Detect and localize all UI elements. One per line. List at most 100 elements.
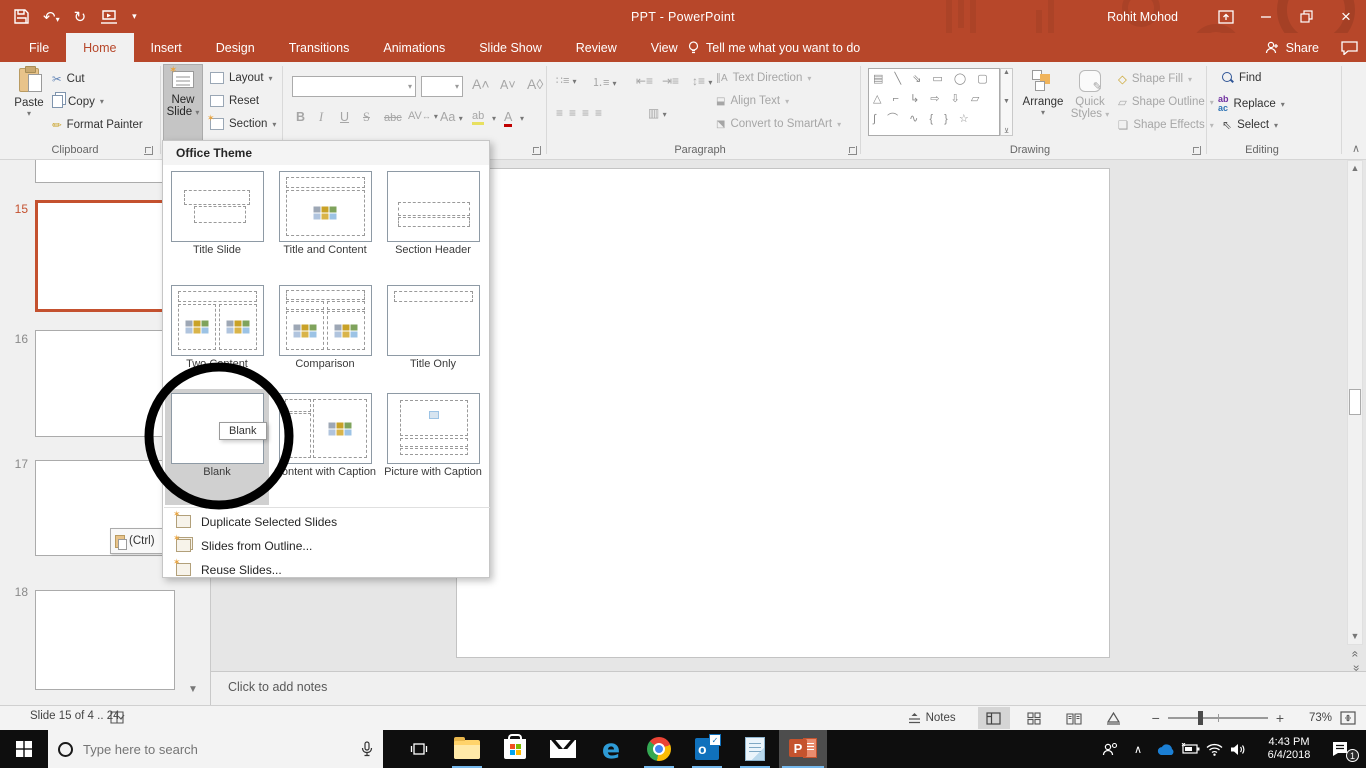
taskbar-chrome[interactable]	[635, 730, 683, 768]
people-icon[interactable]	[1098, 742, 1122, 756]
zoom-out-button[interactable]: −	[1144, 710, 1168, 726]
layout-button[interactable]: Layout▾	[210, 72, 273, 84]
layout-content-with-caption[interactable]: Content with Caption	[273, 389, 377, 479]
layout-blank[interactable]: Blank	[165, 389, 269, 505]
panel-scroll-down-icon[interactable]: ▼	[188, 684, 198, 695]
strikethrough-button[interactable]: abc	[384, 112, 402, 124]
action-center-icon[interactable]: 1	[1328, 741, 1352, 757]
paste-options-chip[interactable]: (Ctrl)	[110, 528, 168, 554]
normal-view-button[interactable]	[978, 707, 1010, 729]
layout-section-header[interactable]: Section Header	[381, 167, 485, 257]
copy-button[interactable]: Copy ▾	[52, 95, 104, 108]
menu-duplicate-selected-slides[interactable]: Duplicate Selected Slides	[163, 510, 491, 533]
shape-fill-button[interactable]: ◇ Shape Fill▾	[1118, 72, 1192, 86]
onedrive-icon[interactable]	[1154, 743, 1178, 756]
fit-slide-to-window-icon[interactable]	[1340, 711, 1356, 725]
tab-animations[interactable]: Animations	[366, 33, 462, 62]
menu-slides-from-outline[interactable]: Slides from Outline...	[163, 534, 491, 557]
layout-comparison[interactable]: Comparison	[273, 281, 377, 371]
shape-outline-button[interactable]: ▱ Shape Outline▾	[1118, 95, 1214, 109]
slide-thumbnail-15[interactable]	[35, 200, 175, 312]
format-painter-button[interactable]: ✏ Format Painter	[52, 118, 143, 132]
character-spacing-button[interactable]: AV↔ ▾	[408, 110, 438, 122]
slide-sorter-view-button[interactable]	[1018, 707, 1050, 729]
battery-icon[interactable]	[1178, 743, 1202, 755]
menu-reuse-slides[interactable]: Reuse Slides...	[163, 558, 491, 581]
copy-dropdown-arrow[interactable]: ▾	[100, 97, 104, 106]
search-input[interactable]	[83, 742, 351, 757]
shapes-row-2[interactable]: △ ⌐ ↳ ⇨ ⇩ ▱	[873, 89, 995, 109]
microphone-icon[interactable]	[361, 741, 373, 757]
shapes-gallery[interactable]: ▤ ╲ ⇘ ▭ ◯ ▢ △ ⌐ ↳ ⇨ ⇩ ▱ ∫ ⌒ ∿ { } ☆	[868, 68, 1000, 136]
arrange-button[interactable]: Arrange ▾	[1020, 70, 1066, 117]
cut-button[interactable]: ✂ Cut	[52, 72, 85, 86]
volume-icon[interactable]	[1226, 743, 1250, 756]
notes-pane[interactable]: Click to add notes	[211, 671, 1366, 705]
line-spacing-button[interactable]: ↕≡ ▾	[692, 74, 712, 88]
text-highlight-dropdown-arrow[interactable]: ▾	[492, 114, 496, 123]
slide-canvas[interactable]	[456, 168, 1110, 658]
shape-effects-button[interactable]: ❏ Shape Effects▾	[1118, 118, 1214, 132]
close-button[interactable]: ×	[1326, 0, 1366, 33]
replace-button[interactable]: abac Replace▾	[1218, 95, 1285, 113]
tab-insert[interactable]: Insert	[134, 33, 199, 62]
clipboard-dialog-launcher-icon[interactable]	[144, 146, 153, 155]
notes-placeholder[interactable]: Click to add notes	[228, 680, 327, 694]
find-button[interactable]: Find	[1222, 72, 1261, 84]
wifi-icon[interactable]	[1202, 743, 1226, 756]
layout-title-slide[interactable]: Title Slide	[165, 167, 269, 257]
spell-check-icon[interactable]	[110, 710, 127, 725]
reading-view-button[interactable]	[1058, 707, 1090, 729]
zoom-percentage[interactable]: 73%	[1292, 712, 1332, 724]
tab-view[interactable]: View	[634, 33, 695, 62]
taskbar-clock[interactable]: 4:43 PM 6/4/2018	[1258, 736, 1320, 762]
text-highlight-button[interactable]: ab	[472, 110, 484, 125]
columns-button[interactable]: ▥ ▾	[648, 106, 667, 120]
taskbar-outlook[interactable]: o	[683, 730, 731, 768]
slide-thumbnail-18[interactable]	[35, 590, 175, 690]
taskbar-edge[interactable]: e	[587, 730, 635, 768]
shapes-row-1[interactable]: ▤ ╲ ⇘ ▭ ◯ ▢	[873, 69, 995, 89]
tab-slide-show[interactable]: Slide Show	[462, 33, 559, 62]
decrease-font-size-button[interactable]: A˅	[500, 78, 516, 92]
italic-button[interactable]: I	[319, 110, 323, 125]
shapes-more-icon[interactable]: ⊻	[1004, 127, 1009, 135]
font-size-combo[interactable]: ▾	[421, 76, 463, 97]
font-name-combo[interactable]: ▾	[292, 76, 416, 97]
tell-me-box[interactable]: Tell me what you want to do	[688, 33, 860, 62]
text-shadow-button[interactable]: S	[363, 110, 370, 125]
previous-slide-button[interactable]: «	[1349, 651, 1361, 658]
font-dialog-launcher-icon[interactable]	[532, 146, 541, 155]
start-button[interactable]	[0, 730, 48, 768]
notes-toggle[interactable]: Notes	[908, 712, 956, 724]
paste-button[interactable]: Paste ▾	[8, 68, 50, 118]
scroll-down-icon[interactable]: ▼	[1348, 629, 1362, 644]
slide-show-view-button[interactable]	[1098, 707, 1130, 729]
layout-picture-with-caption[interactable]: Picture with Caption	[381, 389, 485, 479]
bullets-button[interactable]: ∷≡ ▾	[556, 74, 577, 87]
select-button[interactable]: ⇖ Select▾	[1222, 118, 1278, 132]
ribbon-display-options-icon[interactable]	[1206, 0, 1246, 33]
quick-styles-button[interactable]: Quick Styles ▾	[1068, 70, 1112, 120]
align-buttons[interactable]: ≡≡≡≡	[556, 106, 608, 120]
taskbar-notepad[interactable]	[731, 730, 779, 768]
clear-formatting-button[interactable]: A◊	[527, 76, 543, 92]
zoom-slider-thumb[interactable]	[1198, 711, 1203, 725]
paste-dropdown-arrow[interactable]: ▾	[27, 109, 31, 118]
scroll-up-icon[interactable]: ▲	[1348, 161, 1362, 176]
slide-thumbnail-partial[interactable]	[35, 160, 175, 183]
shapes-gallery-scrollbar[interactable]: ▲ ▼ ⊻	[1000, 68, 1013, 136]
task-view-button[interactable]	[395, 730, 443, 768]
signed-in-user[interactable]: Rohit Mohod	[1107, 10, 1178, 24]
change-case-button[interactable]: Aa ▾	[440, 110, 463, 124]
drawing-dialog-launcher-icon[interactable]	[1192, 146, 1201, 155]
taskbar-powerpoint[interactable]: P	[779, 730, 827, 768]
font-color-button[interactable]: A	[504, 110, 512, 127]
font-color-dropdown-arrow[interactable]: ▾	[520, 114, 524, 123]
collapse-ribbon-icon[interactable]: ∧	[1352, 142, 1360, 155]
restore-button[interactable]	[1286, 0, 1326, 33]
increase-font-size-button[interactable]: A˄	[472, 76, 490, 92]
numbering-button[interactable]: ⒈≡ ▾	[592, 74, 617, 90]
scrollbar-thumb[interactable]	[1349, 389, 1361, 415]
shapes-row-3[interactable]: ∫ ⌒ ∿ { } ☆	[873, 109, 995, 129]
